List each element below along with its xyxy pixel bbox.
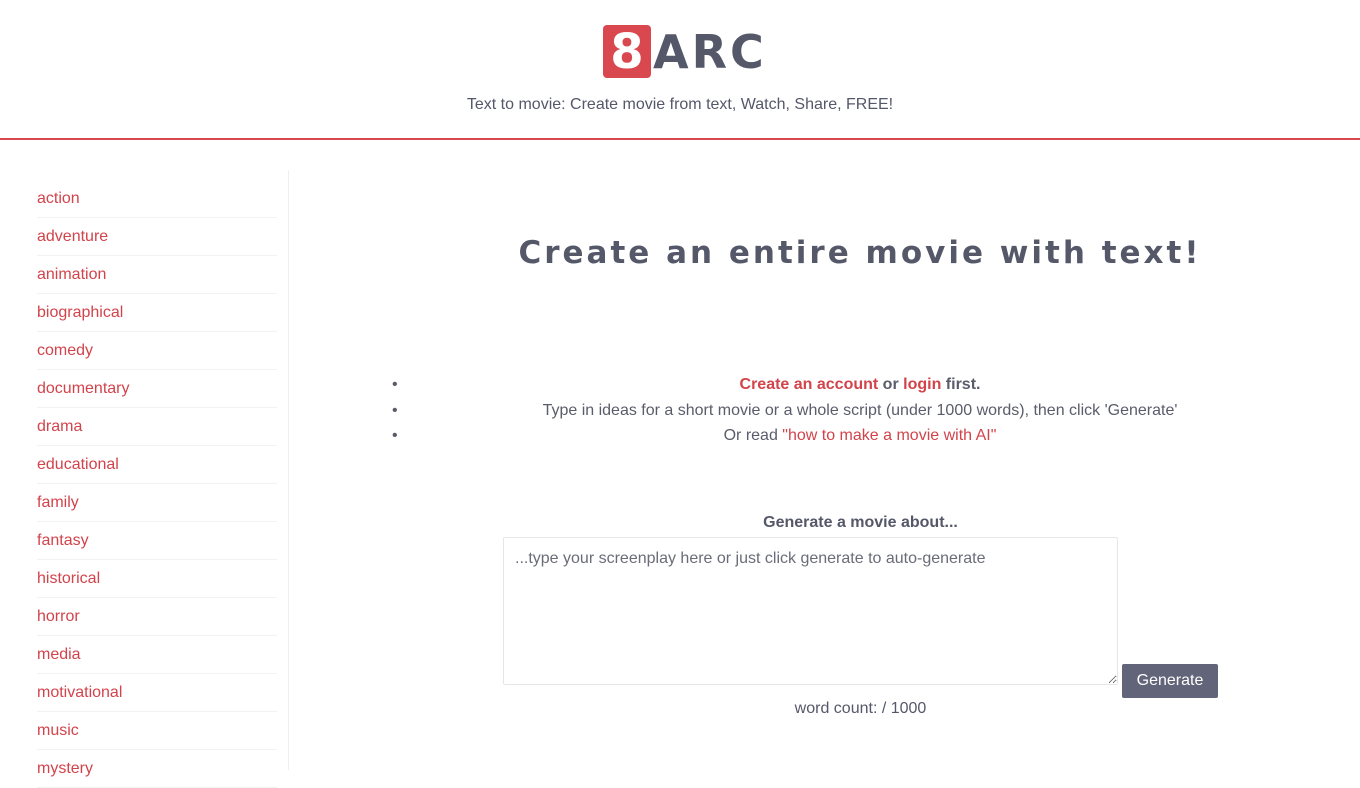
sidebar-item-motivational[interactable]: motivational [37,674,277,712]
sidebar-divider [288,170,289,770]
site-logo[interactable]: 8 ARC [603,24,767,80]
read-prefix: Or read [723,427,783,444]
instruction-read: Or read "how to make a movie with AI" [380,423,1340,449]
screenplay-input[interactable] [503,537,1118,685]
instruction-type: Type in ideas for a short movie or a who… [380,398,1340,424]
word-count: word count: / 1000 [794,700,927,717]
sidebar-item-adventure[interactable]: adventure [37,218,277,256]
logo-text: ARC [653,24,767,79]
sidebar-item-fantasy[interactable]: fantasy [37,522,277,560]
sidebar-item-media[interactable]: media [37,636,277,674]
instruction-account: Create an account or login first. [380,372,1340,398]
first-text: first. [941,376,981,393]
genre-sidebar: action adventure animation biographical … [37,180,277,788]
site-header: 8 ARC Text to movie: Create movie from t… [0,0,1360,140]
sidebar-item-mystery[interactable]: mystery [37,750,277,788]
sidebar-item-horror[interactable]: horror [37,598,277,636]
instructions-list: Create an account or login first. Type i… [380,372,1340,449]
how-to-link[interactable]: "how to make a movie with AI" [782,427,996,444]
instruction-type-text: Type in ideas for a short movie or a who… [542,401,1178,419]
page-title: Create an entire movie with text! [518,234,1202,271]
login-link[interactable]: login [903,376,941,393]
create-account-link[interactable]: Create an account [740,376,879,393]
sidebar-item-drama[interactable]: drama [37,408,277,446]
generate-button[interactable]: Generate [1122,664,1218,698]
generate-label: Generate a movie about... [763,514,958,531]
sidebar-item-music[interactable]: music [37,712,277,750]
sidebar-item-animation[interactable]: animation [37,256,277,294]
sidebar-item-documentary[interactable]: documentary [37,370,277,408]
sidebar-item-comedy[interactable]: comedy [37,332,277,370]
sidebar-item-educational[interactable]: educational [37,446,277,484]
tagline: Text to movie: Create movie from text, W… [466,96,894,113]
sidebar-item-historical[interactable]: historical [37,560,277,598]
or-text: or [878,376,904,393]
logo-mark: 8 [603,24,651,80]
sidebar-item-biographical[interactable]: biographical [37,294,277,332]
sidebar-item-family[interactable]: family [37,484,277,522]
sidebar-item-action[interactable]: action [37,180,277,218]
